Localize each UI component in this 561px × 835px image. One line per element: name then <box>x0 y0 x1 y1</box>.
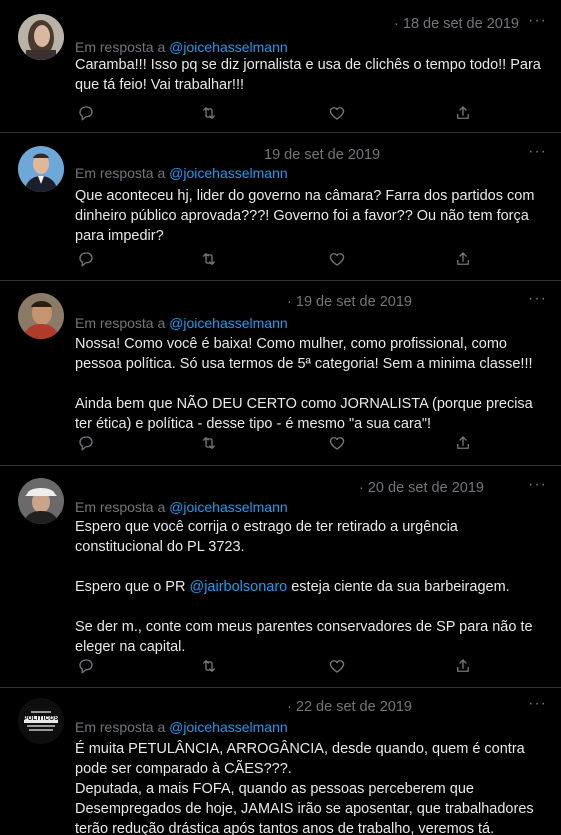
tweet-actions <box>75 434 475 454</box>
avatar[interactable]: POLITICOS <box>18 698 64 744</box>
tweet-3[interactable]: · 19 de set de 2019 ··· Em resposta a @j… <box>0 281 561 466</box>
reply-context: Em resposta a @joicehasselmann <box>75 499 288 515</box>
more-icon[interactable]: ··· <box>528 291 547 307</box>
tweet-actions <box>75 250 475 270</box>
reply-handle-link[interactable]: @joicehasselmann <box>169 165 288 181</box>
avatar-text: POLITICOS <box>23 716 59 722</box>
tweet-2[interactable]: 19 de set de 2019 ··· Em resposta a @joi… <box>0 133 561 281</box>
mention-link[interactable]: @jairbolsonaro <box>189 579 287 595</box>
avatar[interactable] <box>18 478 64 524</box>
reply-handle-link[interactable]: @joicehasselmann <box>169 499 288 515</box>
like-icon[interactable] <box>328 657 348 677</box>
tweet-actions <box>75 657 475 677</box>
avatar[interactable] <box>18 293 64 339</box>
tweet-text: Espero que você corrija o estrago de ter… <box>75 517 545 657</box>
tweet-date[interactable]: · 20 de set de 2019 <box>359 480 484 496</box>
share-icon[interactable] <box>454 434 474 454</box>
share-icon[interactable] <box>454 657 474 677</box>
tweet-paragraph-mention: Espero que o PR @jairbolsonaro esteja ci… <box>75 579 510 595</box>
reply-context: Em resposta a @joicehasselmann <box>75 315 288 331</box>
more-icon[interactable]: ··· <box>528 13 547 29</box>
reply-icon[interactable] <box>77 104 97 124</box>
reply-context: Em resposta a @joicehasselmann <box>75 165 288 181</box>
reply-context: Em resposta a @joicehasselmann <box>75 719 288 735</box>
like-icon[interactable] <box>328 104 348 124</box>
retweet-icon[interactable] <box>200 250 220 270</box>
reply-handle-link[interactable]: @joicehasselmann <box>169 315 288 331</box>
tweet-date[interactable]: · 18 de set de 2019 <box>394 16 519 32</box>
avatar[interactable] <box>18 146 64 192</box>
tweet-5[interactable]: POLITICOS · 22 de set de 2019 ··· Em res… <box>0 688 561 835</box>
like-icon[interactable] <box>328 434 348 454</box>
tweet-text: Caramba!!! Isso pq se diz jornalista e u… <box>75 57 541 93</box>
reply-icon[interactable] <box>77 434 97 454</box>
tweet-actions <box>75 104 475 124</box>
reply-icon[interactable] <box>77 250 97 270</box>
reply-icon[interactable] <box>77 657 97 677</box>
tweet-1[interactable]: · 18 de set de 2019 ··· Em resposta a @j… <box>0 0 561 133</box>
more-icon[interactable]: ··· <box>528 696 547 712</box>
tweet-text: Que aconteceu hj, lider do governo na câ… <box>75 188 535 244</box>
retweet-icon[interactable] <box>200 104 220 124</box>
tweet-4[interactable]: · 20 de set de 2019 ··· Em resposta a @j… <box>0 466 561 688</box>
tweet-text: É muita PETULÂNCIA, ARROGÂNCIA, desde qu… <box>75 741 534 835</box>
retweet-icon[interactable] <box>200 657 220 677</box>
tweet-text: Nossa! Como você é baixa! Como mulher, c… <box>75 336 533 432</box>
reply-context: Em resposta a @joicehasselmann <box>75 39 288 55</box>
tweet-date[interactable]: · 22 de set de 2019 <box>287 699 412 715</box>
reply-handle-link[interactable]: @joicehasselmann <box>169 719 288 735</box>
share-icon[interactable] <box>454 104 474 124</box>
reply-handle-link[interactable]: @joicehasselmann <box>169 39 288 55</box>
like-icon[interactable] <box>328 250 348 270</box>
more-icon[interactable]: ··· <box>528 477 547 493</box>
tweet-date[interactable]: 19 de set de 2019 <box>264 147 380 163</box>
share-icon[interactable] <box>454 250 474 270</box>
retweet-icon[interactable] <box>200 434 220 454</box>
tweet-date[interactable]: · 19 de set de 2019 <box>287 294 412 310</box>
avatar[interactable] <box>18 14 64 60</box>
more-icon[interactable]: ··· <box>528 144 547 160</box>
